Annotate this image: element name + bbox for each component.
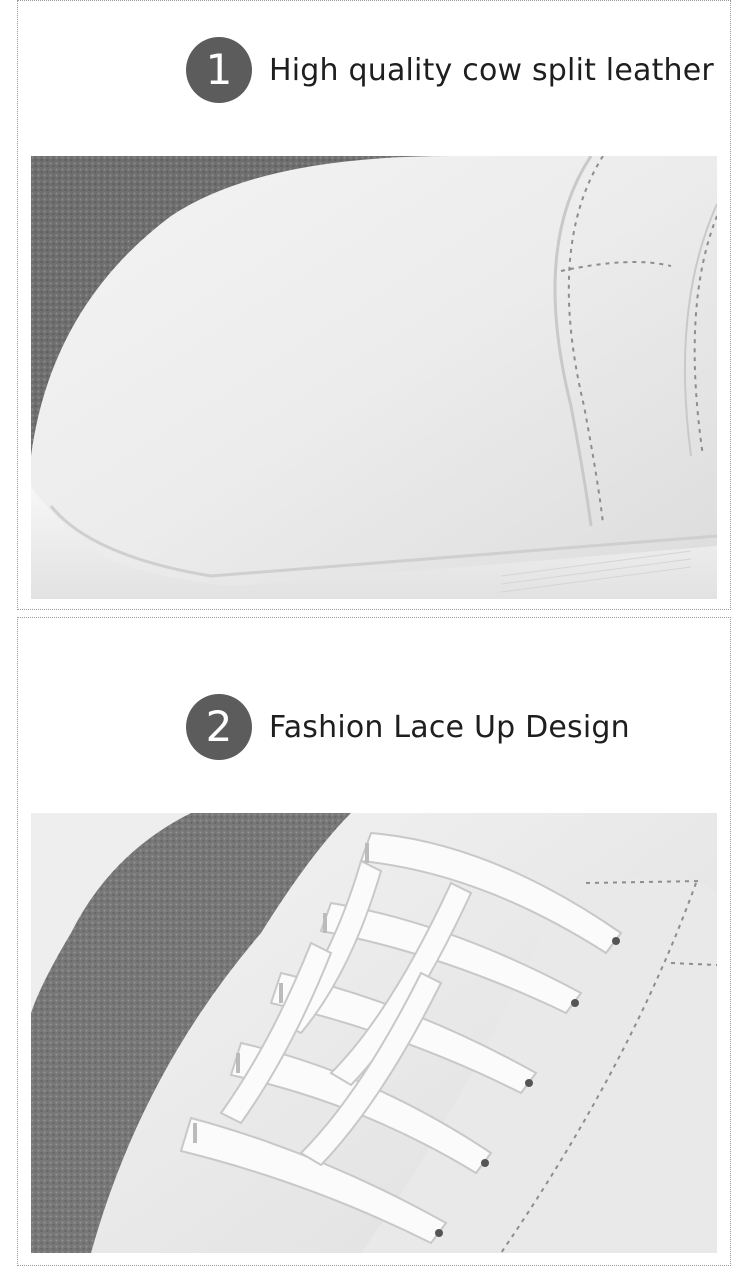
sneaker-toe-photo <box>31 156 717 599</box>
feature-heading: 1 High quality cow split leather <box>186 37 714 103</box>
feature-section-leather: 1 High quality cow split leather <box>17 0 731 610</box>
feature-title: High quality cow split leather <box>269 52 714 88</box>
sneaker-laces-image <box>31 813 717 1253</box>
sneaker-toe-image <box>31 156 717 599</box>
number-badge: 1 <box>186 37 252 103</box>
feature-title: Fashion Lace Up Design <box>269 709 630 745</box>
feature-heading: 2 Fashion Lace Up Design <box>186 694 630 760</box>
sneaker-laces-photo <box>31 813 717 1253</box>
number-badge: 2 <box>186 694 252 760</box>
feature-section-laces: 2 Fashion Lace Up Design <box>17 617 731 1266</box>
